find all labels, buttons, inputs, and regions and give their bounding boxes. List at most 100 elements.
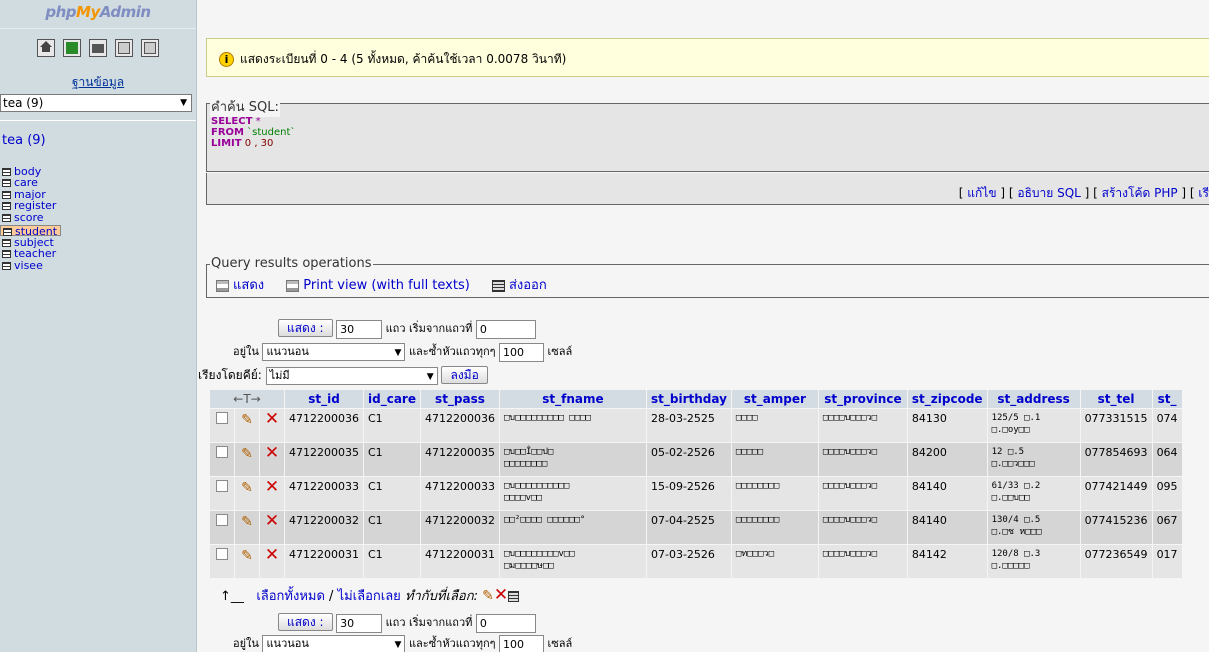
sidebar-table-label: score [14, 210, 44, 224]
edit-icon[interactable]: ✎ [241, 446, 253, 462]
export-link[interactable]: ส่งออก [491, 278, 547, 293]
cell-id_care: C1 [364, 443, 420, 476]
delete-icon[interactable]: ✕ [265, 511, 279, 531]
print-icon [286, 279, 300, 292]
table-icon[interactable] [2, 202, 11, 211]
export-selected-icon[interactable] [508, 591, 520, 602]
cell-st_: 074 [1152, 409, 1182, 442]
home-icon[interactable] [37, 39, 56, 57]
delete-icon[interactable]: ✕ [265, 409, 279, 429]
show-button[interactable]: แสดง : [278, 319, 333, 337]
cell-id_care: C1 [364, 545, 420, 578]
edit-icon[interactable]: ✎ [241, 548, 253, 564]
start-row-input[interactable]: 0 [475, 319, 536, 339]
cell-st_: 064 [1152, 443, 1182, 476]
main-frame: i แสดงระเบียนที่ 0 - 4 (5 ทั้งหมด, ค้าค้น… [198, 0, 1209, 652]
chevron-down-icon: ▼ [426, 371, 434, 382]
table-icon[interactable] [3, 227, 12, 236]
edit-link[interactable]: แก้ไข [967, 186, 996, 200]
sidebar-table-score[interactable]: score [0, 212, 196, 223]
table-icon[interactable] [2, 168, 11, 176]
help-icon[interactable] [140, 39, 159, 57]
phpmyadmin-logo[interactable]: phpMyAdmin [0, 0, 196, 29]
cell-st_amper: □□□□□ [731, 443, 818, 476]
row-checkbox[interactable] [216, 480, 228, 492]
exit-icon[interactable] [63, 39, 82, 57]
table-icon[interactable] [2, 261, 11, 270]
row-checkbox[interactable] [216, 548, 228, 560]
chevron-down-icon: ▼ [394, 348, 402, 358]
display-mode-select-bottom[interactable]: แนวนอน ▼ [262, 635, 406, 652]
table-icon[interactable] [2, 190, 11, 199]
table-row: ✎ ✕ 4712200031 C1 4712200031 □บ□□□□□□□□v□□ □ม… [210, 545, 1182, 578]
results-table: ←T→ st_id id_care st_pass st_fname st_birthd… [209, 389, 1183, 579]
column-header-st_zipcode[interactable]: st_zipcode [907, 390, 987, 408]
cell-st_tel: 077415236 [1080, 511, 1152, 544]
print-view-link[interactable]: Print view (with full texts) [286, 278, 470, 293]
arrow-up-icon: ↑__ [220, 589, 244, 604]
explain-sql-link[interactable]: อธิบาย SQL [1017, 186, 1080, 200]
rows-input[interactable]: 30 [336, 319, 383, 339]
column-header-id_care[interactable]: id_care [364, 390, 420, 408]
logo-admin: Admin [99, 3, 151, 21]
sidebar-table-visee[interactable]: visee [0, 260, 196, 271]
with-selected-label: ทำกับที่เลือก: [404, 589, 478, 604]
delete-icon-cell: ✕ [260, 443, 284, 476]
edit-icon-cell: ✎ [235, 443, 259, 476]
column-header-st_pass[interactable]: st_pass [420, 390, 499, 408]
cell-st_address: 61/33 □.2 □.□□บ□□ [987, 477, 1080, 510]
cell-st_amper: □□□□ [731, 409, 818, 442]
table-icon[interactable] [2, 250, 11, 259]
check-all-link[interactable]: เลือกทั้งหมด [256, 589, 325, 604]
edit-icon[interactable]: ✎ [241, 514, 253, 530]
edit-selected-icon[interactable]: ✎ [482, 588, 494, 604]
table-icon[interactable] [2, 179, 11, 188]
edit-icon[interactable]: ✎ [241, 412, 253, 428]
row-checkbox-cell [210, 409, 234, 442]
start-row-input-bottom[interactable]: 0 [475, 613, 536, 633]
create-php-link[interactable]: สร้างโค้ด PHP [1102, 186, 1178, 200]
column-header-st_id[interactable]: st_id [285, 390, 363, 408]
uncheck-all-link[interactable]: ไม่เลือกเลย [338, 589, 401, 604]
sql-icon[interactable] [89, 39, 107, 57]
cell-st_zipcode: 84140 [907, 477, 987, 510]
refresh-link[interactable]: เรีย [1198, 186, 1209, 200]
repeat-input-bottom[interactable]: 100 [499, 634, 545, 652]
column-header-st_tel[interactable]: st_tel [1080, 390, 1152, 408]
table-icon[interactable] [2, 213, 11, 222]
sql-legend: คำค้น SQL: [210, 96, 280, 117]
cell-st_tel: 077236549 [1080, 545, 1152, 578]
go-button[interactable]: ลงมือ [441, 366, 488, 384]
row-checkbox[interactable] [216, 514, 228, 526]
show-button-bottom[interactable]: แสดง : [278, 613, 333, 631]
table-icon[interactable] [2, 238, 11, 247]
row-checkbox[interactable] [216, 412, 228, 424]
delete-icon[interactable]: ✕ [265, 545, 279, 565]
sort-key-select[interactable]: ไม่มี ▼ [265, 366, 438, 385]
sidebar-table-student[interactable]: student [0, 224, 62, 237]
cell-st_tel: 077421449 [1080, 477, 1152, 510]
column-header-st_province[interactable]: st_province [818, 390, 907, 408]
row-checkbox[interactable] [216, 446, 228, 458]
database-select[interactable]: tea (9) ▼ [0, 94, 192, 112]
delete-icon[interactable]: ✕ [265, 443, 279, 463]
delete-selected-icon[interactable]: ✕ [494, 585, 508, 605]
column-header-st_address[interactable]: st_address [987, 390, 1080, 408]
column-header-st_fname[interactable]: st_fname [499, 390, 646, 408]
display-mode-value-bottom: แนวนอน [266, 637, 309, 650]
column-header-st_birthday[interactable]: st_birthday [646, 390, 731, 408]
docs-icon[interactable] [114, 39, 133, 57]
database-name-link[interactable]: tea (9) [2, 133, 196, 148]
sort-label: เรียงโดยคีย์: [198, 368, 262, 382]
sql-links: [ แก้ไข ] [ อธิบาย SQL ] [ สร้างโค้ด PHP… [206, 173, 1209, 205]
edit-icon[interactable]: ✎ [241, 480, 253, 496]
delete-icon[interactable]: ✕ [265, 477, 279, 497]
column-resize-icon[interactable]: ←T→ [210, 390, 284, 408]
column-header-st_amper[interactable]: st_amper [731, 390, 818, 408]
rows-input-bottom[interactable]: 30 [336, 613, 383, 633]
column-header-st_[interactable]: st_ [1152, 390, 1182, 408]
repeat-input[interactable]: 100 [499, 342, 545, 362]
cell-st_province: □□□□บ□□□ว□ [818, 409, 907, 442]
show-link[interactable]: แสดง [216, 278, 264, 293]
display-mode-select[interactable]: แนวนอน ▼ [262, 343, 406, 361]
